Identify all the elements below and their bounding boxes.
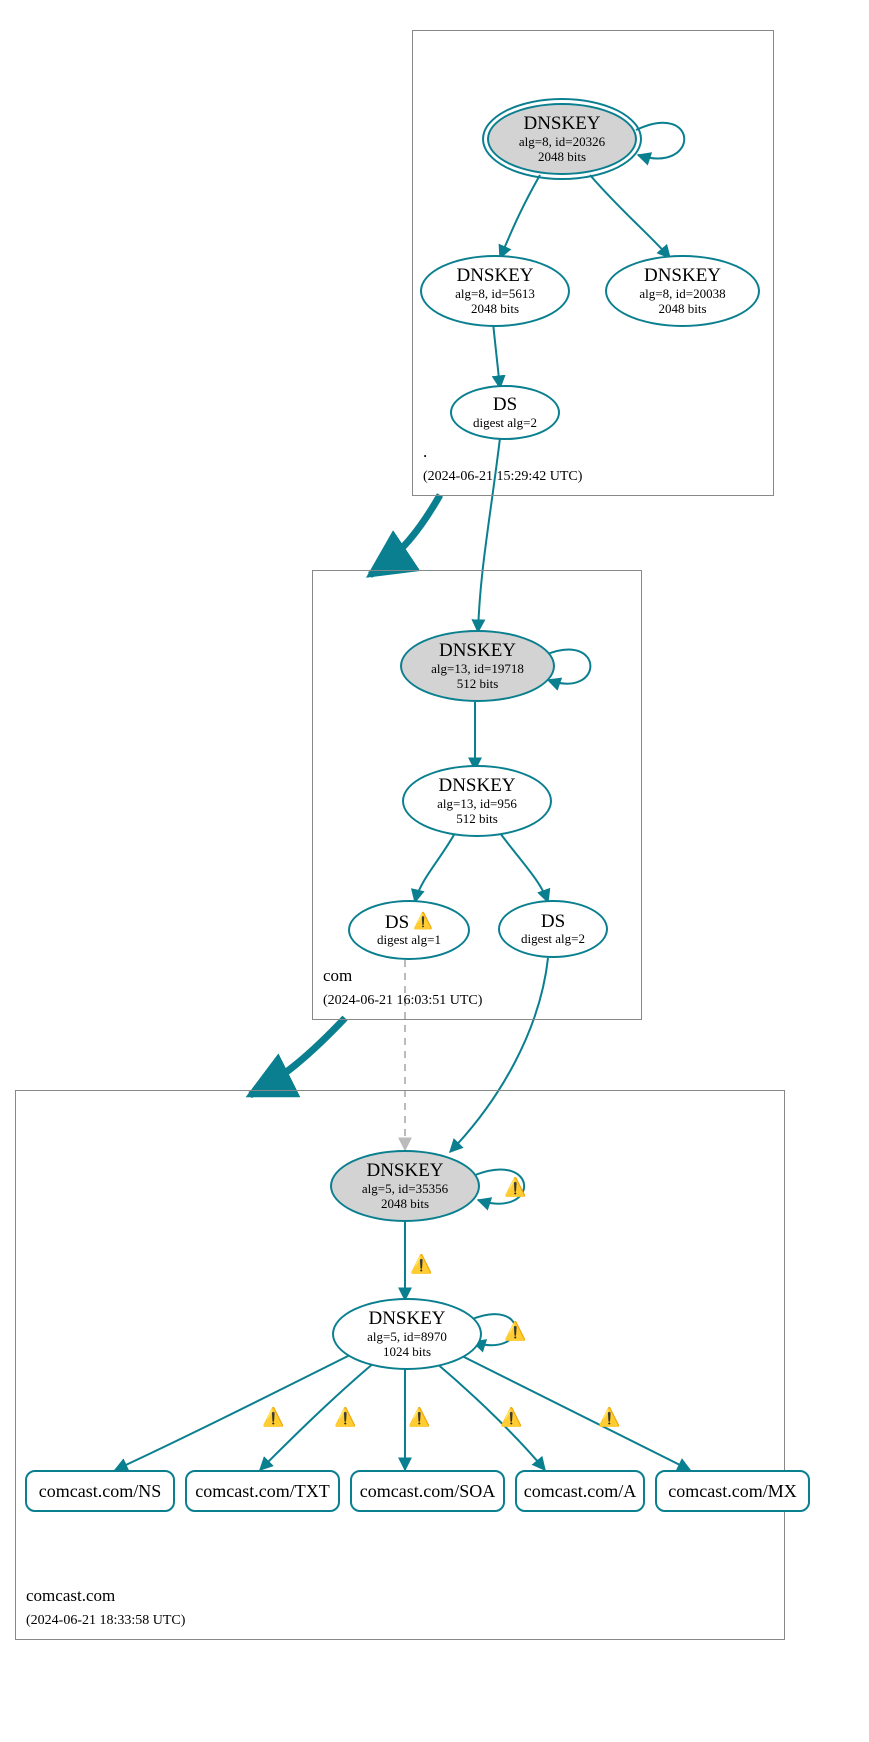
rr-a-label: comcast.com/A: [524, 1481, 636, 1502]
zone-leaf-label: comcast.com (2024-06-21 18:33:58 UTC): [26, 1585, 185, 1631]
node-line3: 512 bits: [457, 677, 499, 692]
node-com-ds2[interactable]: DS digest alg=2: [498, 900, 608, 958]
node-title: DNSKEY: [438, 775, 515, 797]
node-title: DNSKEY: [439, 640, 516, 662]
zone-leaf-timestamp: (2024-06-21 18:33:58 UTC): [26, 1613, 185, 1628]
rr-a[interactable]: comcast.com/A: [515, 1470, 645, 1512]
rr-ns[interactable]: comcast.com/NS: [25, 1470, 175, 1512]
node-line3: 2048 bits: [381, 1197, 429, 1212]
node-line3: 512 bits: [456, 812, 498, 827]
node-root-ds[interactable]: DS digest alg=2: [450, 385, 560, 440]
zone-leaf-name: comcast.com: [26, 1586, 115, 1605]
node-title: DNSKEY: [456, 265, 533, 287]
zone-com-name: com: [323, 966, 352, 985]
zone-com-timestamp: (2024-06-21 16:03:51 UTC): [323, 993, 482, 1008]
node-leaf-zsk[interactable]: DNSKEY alg=5, id=8970 1024 bits: [332, 1298, 482, 1370]
rr-ns-label: comcast.com/NS: [39, 1481, 161, 1502]
node-title: DS: [493, 394, 517, 416]
zone-root-timestamp: (2024-06-21 15:29:42 UTC): [423, 469, 582, 484]
rr-soa-label: comcast.com/SOA: [360, 1481, 495, 1502]
rr-mx[interactable]: comcast.com/MX: [655, 1470, 810, 1512]
node-com-ds1[interactable]: DS ⚠️ digest alg=1: [348, 900, 470, 960]
node-line3: 2048 bits: [538, 150, 586, 165]
node-line2: digest alg=1: [377, 933, 441, 948]
node-title: DNSKEY: [523, 113, 600, 135]
zone-root-label: . (2024-06-21 15:29:42 UTC): [423, 441, 582, 487]
rr-txt-label: comcast.com/TXT: [195, 1481, 329, 1502]
node-title: DS: [541, 911, 565, 933]
node-line3: 2048 bits: [471, 302, 519, 317]
node-com-ksk[interactable]: DNSKEY alg=13, id=19718 512 bits: [400, 630, 555, 702]
node-line2: alg=8, id=20038: [639, 287, 725, 302]
node-title: DNSKEY: [366, 1160, 443, 1182]
node-line2: alg=8, id=5613: [455, 287, 535, 302]
rr-txt[interactable]: comcast.com/TXT: [185, 1470, 340, 1512]
node-line2: alg=5, id=8970: [367, 1330, 447, 1345]
node-com-zsk[interactable]: DNSKEY alg=13, id=956 512 bits: [402, 765, 552, 837]
node-line2: alg=5, id=35356: [362, 1182, 448, 1197]
node-root-ksk[interactable]: DNSKEY alg=8, id=20326 2048 bits: [487, 103, 637, 175]
rr-soa[interactable]: comcast.com/SOA: [350, 1470, 505, 1512]
node-line2: alg=13, id=956: [437, 797, 517, 812]
warning-icon: ⚠️: [413, 913, 433, 931]
node-title: DS: [385, 912, 409, 934]
zone-com-label: com (2024-06-21 16:03:51 UTC): [323, 965, 482, 1011]
node-line3: 2048 bits: [658, 302, 706, 317]
node-line3: 1024 bits: [383, 1345, 431, 1360]
node-leaf-ksk[interactable]: DNSKEY alg=5, id=35356 2048 bits: [330, 1150, 480, 1222]
node-line2: digest alg=2: [521, 932, 585, 947]
node-title: DNSKEY: [644, 265, 721, 287]
rr-mx-label: comcast.com/MX: [668, 1481, 796, 1502]
node-root-zsk2[interactable]: DNSKEY alg=8, id=20038 2048 bits: [605, 255, 760, 327]
zone-root-name: .: [423, 442, 427, 461]
node-line2: digest alg=2: [473, 416, 537, 431]
node-line2: alg=8, id=20326: [519, 135, 605, 150]
node-line2: alg=13, id=19718: [431, 662, 524, 677]
node-root-zsk[interactable]: DNSKEY alg=8, id=5613 2048 bits: [420, 255, 570, 327]
node-title: DNSKEY: [368, 1308, 445, 1330]
